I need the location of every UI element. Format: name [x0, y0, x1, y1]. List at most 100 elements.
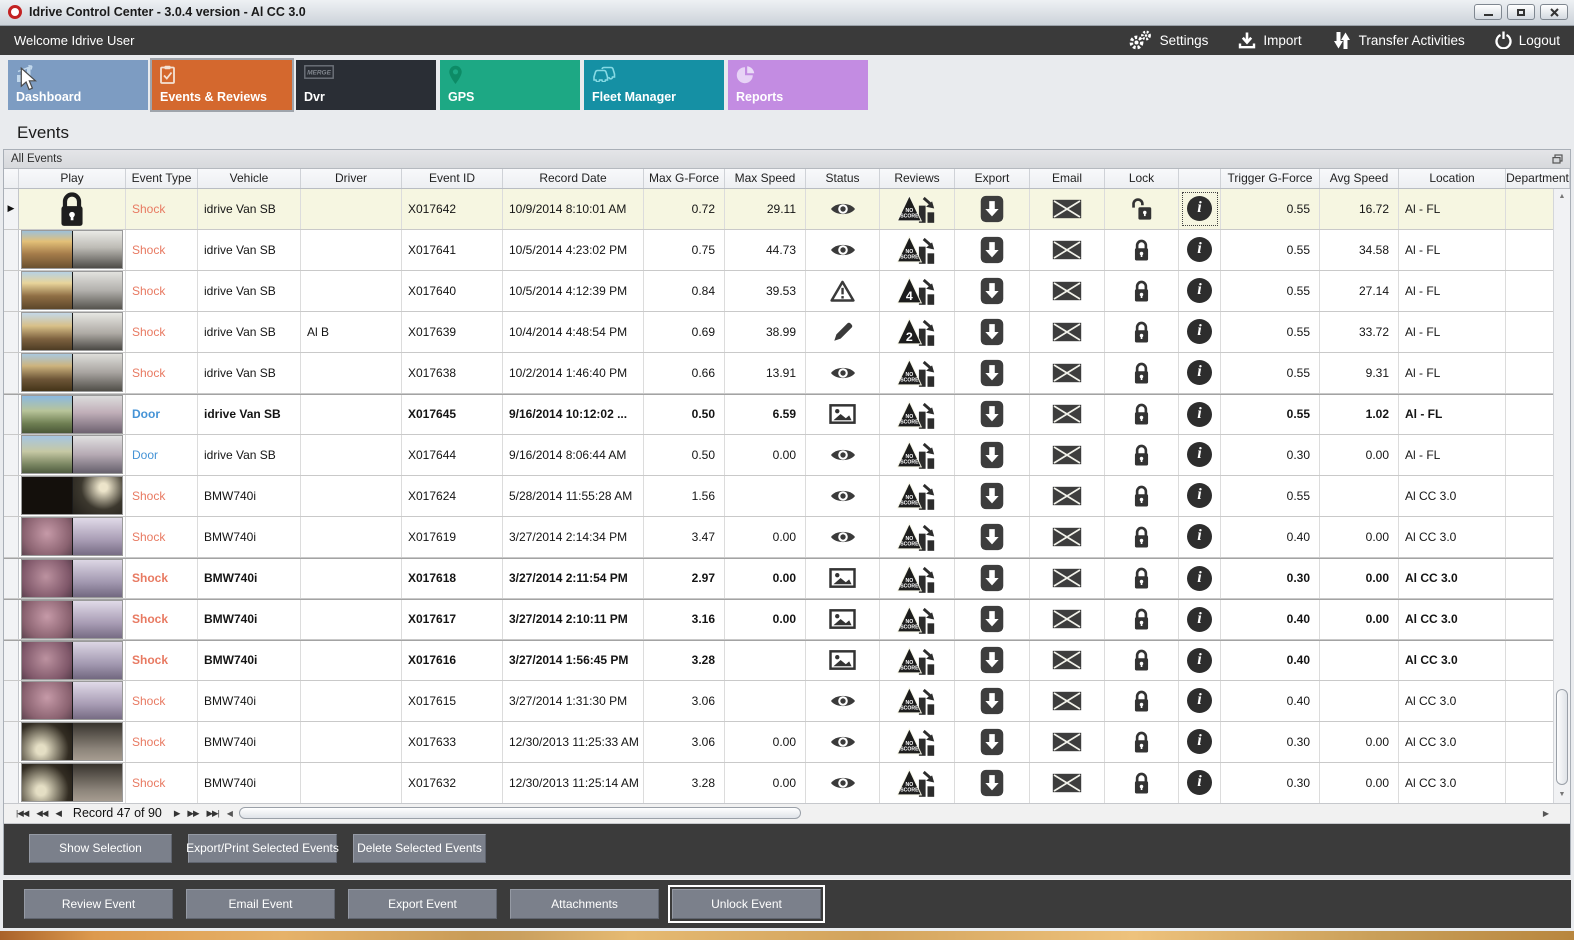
play-cell[interactable]	[19, 270, 126, 311]
table-row[interactable]: Shock idrive Van SB X017640 10/5/2014 4:12:…	[4, 270, 1570, 312]
export-event-button[interactable]: Export Event	[348, 888, 497, 919]
unlock-icon[interactable]	[1130, 197, 1153, 221]
column-header-max-g-force[interactable]: Max G-Force	[644, 168, 725, 188]
export-print-selected-events-button[interactable]: Export/Print Selected Events	[186, 833, 339, 863]
export-icon[interactable]	[980, 195, 1004, 223]
nav-tile-fleet-manager[interactable]: Fleet Manager	[584, 60, 724, 111]
column-header-export[interactable]: Export	[955, 168, 1030, 188]
reviews-cell[interactable]: NO SCORE	[880, 516, 955, 557]
info-icon[interactable]: i	[1187, 319, 1212, 345]
delete-selected-events-button[interactable]: Delete Selected Events	[353, 833, 486, 863]
export-icon[interactable]	[980, 523, 1004, 551]
table-row[interactable]: Shock BMW740i X017619 3/27/2014 2:14:34 PM 3…	[4, 516, 1570, 558]
info-cell[interactable]: i	[1179, 394, 1221, 434]
info-icon[interactable]: i	[1187, 606, 1212, 632]
lock-cell[interactable]	[1105, 680, 1179, 721]
table-row[interactable]: Shock BMW740i X017618 3/27/2014 2:11:54 PM 2…	[4, 557, 1570, 599]
export-cell[interactable]	[955, 599, 1030, 639]
table-row[interactable]: Shock BMW740i X017615 3/27/2014 1:31:30 PM 3…	[4, 680, 1570, 722]
column-header-blank[interactable]	[1179, 168, 1221, 188]
lock-cell[interactable]	[1105, 762, 1179, 803]
info-cell[interactable]: i	[1179, 434, 1221, 475]
info-icon[interactable]: i	[1187, 688, 1212, 714]
play-cell[interactable]	[19, 188, 126, 229]
show-selection-button[interactable]: Show Selection	[29, 833, 172, 863]
lock-cell[interactable]	[1105, 394, 1179, 434]
import-button[interactable]: Import	[1238, 31, 1302, 49]
table-row[interactable]: Shock BMW740i X017617 3/27/2014 2:10:11 PM 3…	[4, 598, 1570, 640]
column-header-lock[interactable]: Lock	[1105, 168, 1179, 188]
email-cell[interactable]	[1030, 762, 1105, 803]
info-icon[interactable]: i	[1187, 278, 1212, 304]
export-cell[interactable]	[955, 640, 1030, 680]
export-cell[interactable]	[955, 558, 1030, 598]
nav-tile-dashboard[interactable]: Dashboard	[8, 60, 148, 111]
scroll-up-icon[interactable]: ▲	[1559, 189, 1566, 205]
lock-icon[interactable]	[1131, 771, 1152, 795]
review-score-icon[interactable]: NO SCORE	[896, 357, 938, 388]
email-cell[interactable]	[1030, 558, 1105, 598]
next-record-button[interactable]: ▶	[174, 808, 180, 819]
reviews-cell[interactable]: 4	[880, 270, 955, 311]
reviews-cell[interactable]: NO SCORE	[880, 762, 955, 803]
lock-icon[interactable]	[1131, 238, 1152, 262]
info-cell[interactable]: i	[1179, 680, 1221, 721]
column-header-avg-speed[interactable]: Avg Speed	[1320, 168, 1399, 188]
play-cell[interactable]	[19, 558, 126, 598]
info-cell[interactable]: i	[1179, 475, 1221, 516]
info-icon[interactable]: i	[1187, 524, 1212, 550]
email-cell[interactable]	[1030, 188, 1105, 229]
event-thumbnail[interactable]	[21, 435, 123, 475]
lock-cell[interactable]	[1105, 311, 1179, 352]
event-thumbnail[interactable]	[21, 353, 123, 393]
email-cell[interactable]	[1030, 680, 1105, 721]
lock-cell[interactable]	[1105, 475, 1179, 516]
reviews-cell[interactable]: NO SCORE	[880, 680, 955, 721]
email-cell[interactable]	[1030, 394, 1105, 434]
play-cell[interactable]	[19, 352, 126, 393]
email-cell[interactable]	[1030, 311, 1105, 352]
email-icon[interactable]	[1052, 404, 1082, 424]
table-row[interactable]: Shock idrive Van SB Al B X017639 10/4/2014 4…	[4, 311, 1570, 353]
email-event-button[interactable]: Email Event	[186, 888, 335, 919]
lock-icon[interactable]	[1131, 607, 1152, 631]
export-cell[interactable]	[955, 270, 1030, 311]
event-thumbnail[interactable]	[21, 230, 123, 270]
last-record-button[interactable]: ▶▶|	[207, 808, 220, 819]
lock-cell[interactable]	[1105, 640, 1179, 680]
export-icon[interactable]	[980, 441, 1004, 469]
review-score-icon[interactable]: NO SCORE	[896, 726, 938, 757]
email-icon[interactable]	[1052, 650, 1082, 670]
event-thumbnail[interactable]	[21, 640, 123, 680]
lock-cell[interactable]	[1105, 558, 1179, 598]
export-icon[interactable]	[980, 318, 1004, 346]
lock-cell[interactable]	[1105, 270, 1179, 311]
reviews-cell[interactable]: NO SCORE	[880, 394, 955, 434]
lock-cell[interactable]	[1105, 434, 1179, 475]
info-icon[interactable]: i	[1187, 770, 1212, 796]
play-cell[interactable]	[19, 640, 126, 680]
column-header-record-date[interactable]: Record Date	[503, 168, 644, 188]
email-cell[interactable]	[1030, 599, 1105, 639]
horizontal-scrollbar-thumb[interactable]	[238, 806, 801, 819]
export-icon[interactable]	[980, 482, 1004, 510]
info-icon[interactable]: i	[1187, 196, 1212, 222]
event-thumbnail[interactable]	[21, 599, 123, 639]
column-header-trigger-g-force[interactable]: Trigger G-Force	[1221, 168, 1320, 188]
info-cell[interactable]: i	[1179, 640, 1221, 680]
column-header-blank[interactable]	[4, 168, 19, 188]
scroll-down-icon[interactable]: ▼	[1559, 787, 1566, 803]
email-icon[interactable]	[1052, 691, 1082, 711]
email-icon[interactable]	[1052, 281, 1082, 301]
export-cell[interactable]	[955, 680, 1030, 721]
play-cell[interactable]	[19, 394, 126, 434]
email-icon[interactable]	[1052, 568, 1082, 588]
lock-icon[interactable]	[1131, 525, 1152, 549]
review-score-icon[interactable]: 2	[896, 316, 938, 347]
review-score-icon[interactable]: NO SCORE	[896, 399, 938, 430]
nav-tile-events-reviews[interactable]: Events & Reviews	[152, 60, 292, 111]
email-icon[interactable]	[1052, 322, 1082, 342]
lock-cell[interactable]	[1105, 188, 1179, 229]
email-icon[interactable]	[1052, 773, 1082, 793]
column-header-event-type[interactable]: Event Type	[126, 168, 198, 188]
